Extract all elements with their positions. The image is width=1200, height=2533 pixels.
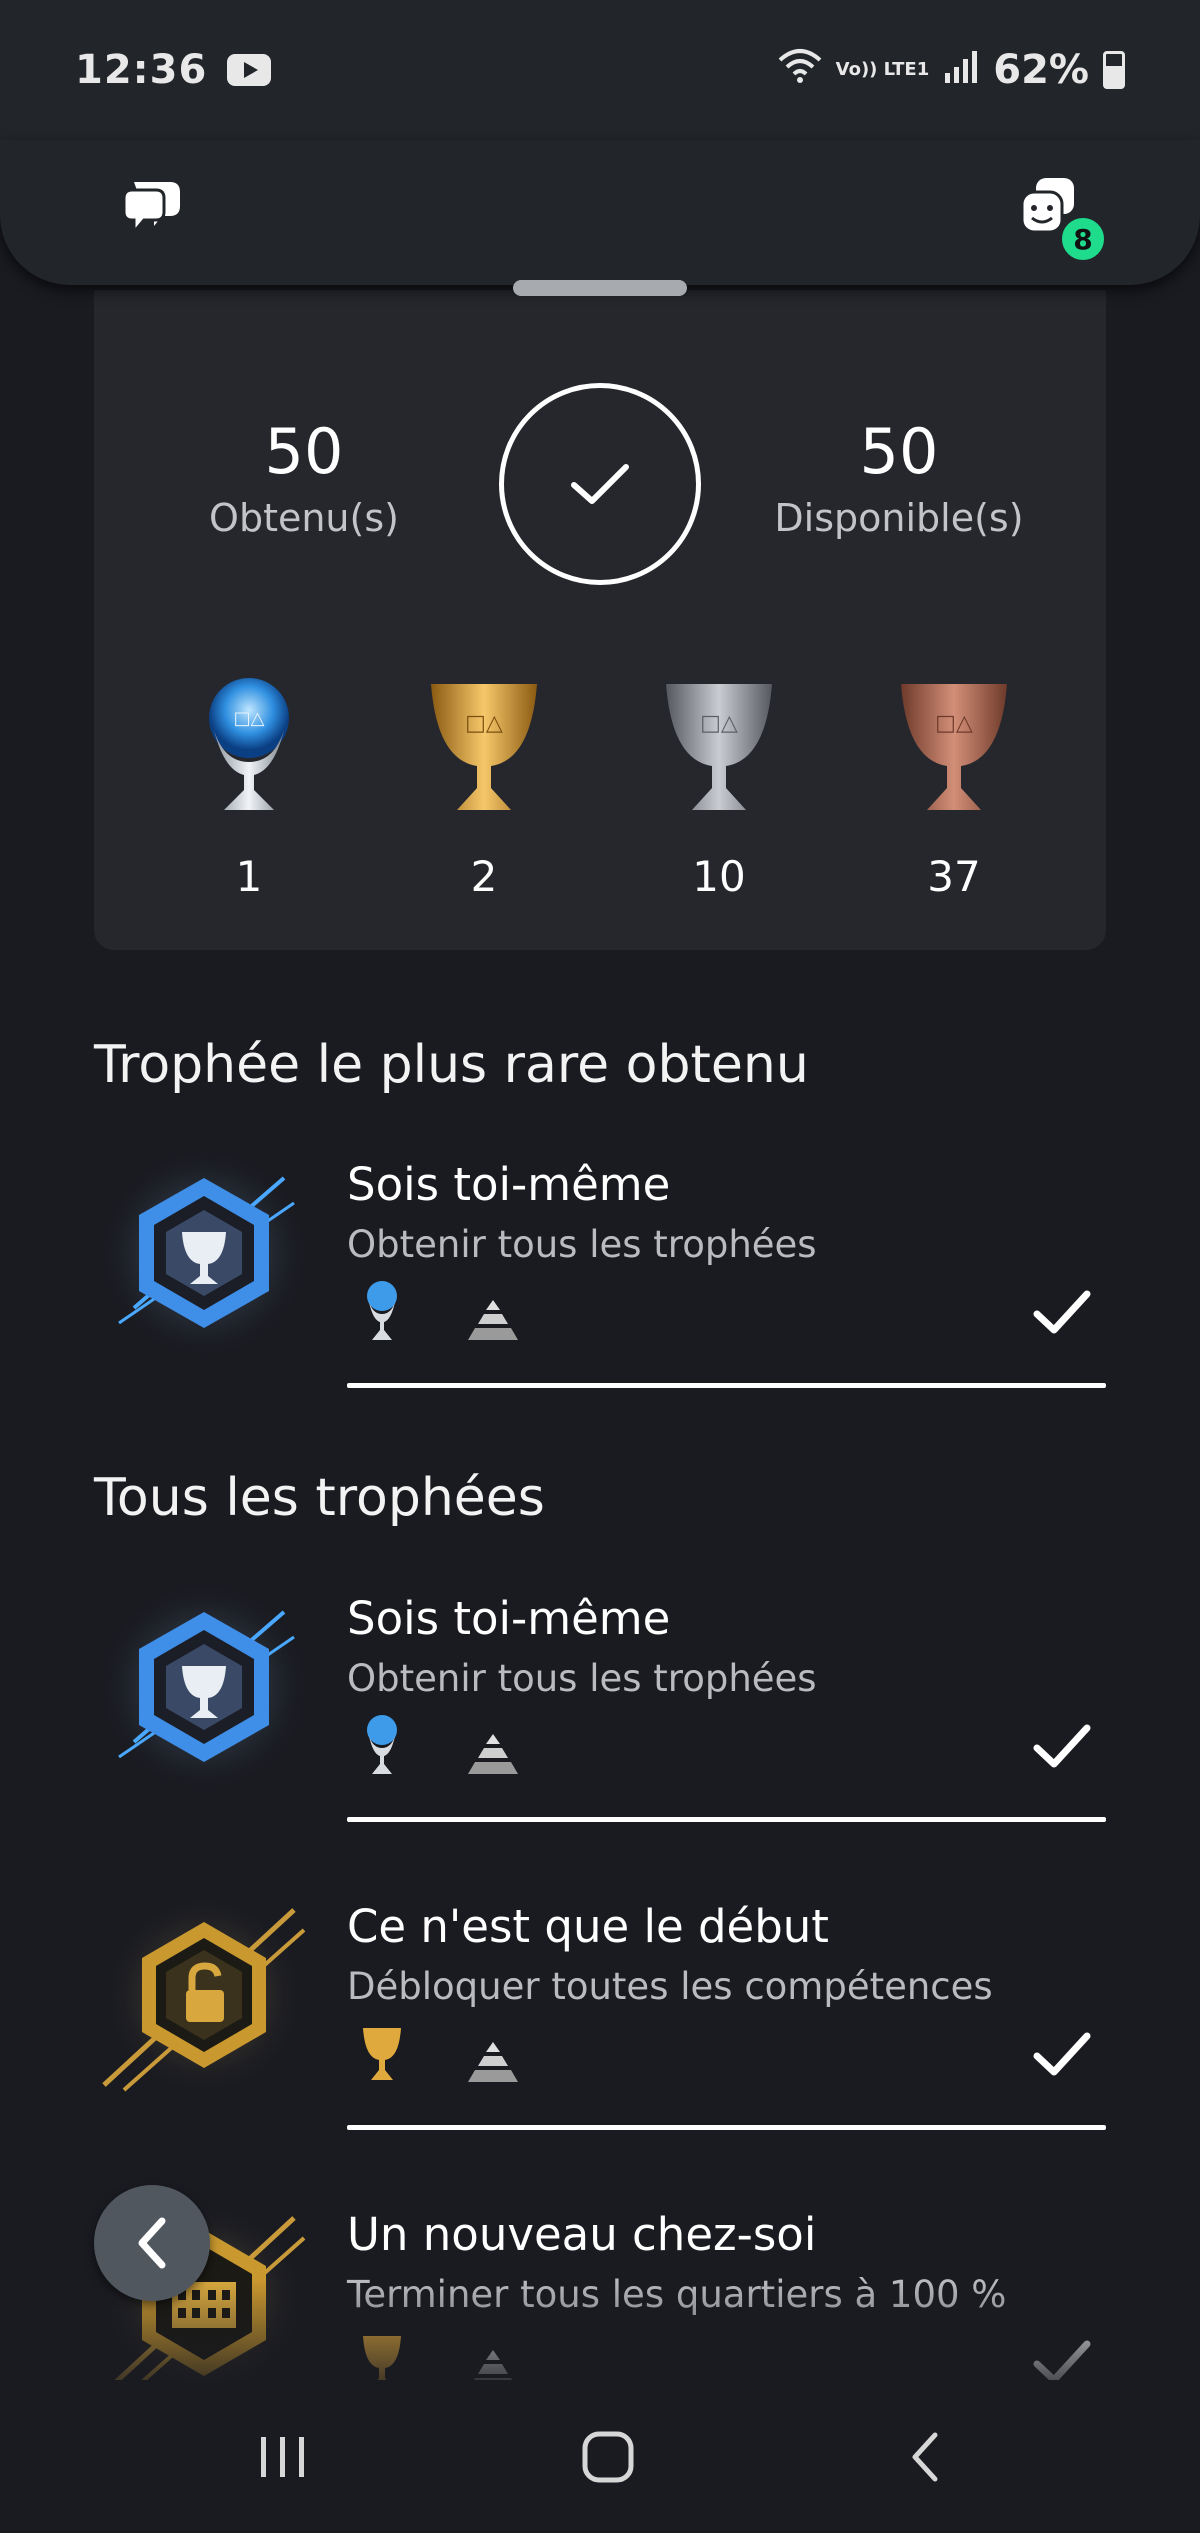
chat-icon[interactable] [120,178,184,236]
trophy-description: Obtenir tous les trophées [347,1657,817,1700]
gold-count: □△ 2 [409,670,559,901]
platinum-count: □△ 1 [174,670,324,901]
silver-count: □△ 10 [644,670,794,901]
platinum-count-value: 1 [235,852,263,901]
available-value: 50 [859,415,939,488]
hex-trophy-badge-icon [99,1148,309,1358]
trophy-title: Ce n'est que le début [347,1900,829,1953]
app-header: 8 [0,140,1200,285]
battery-icon [1103,51,1125,89]
earned-check-icon [1033,2340,1091,2384]
earned-check-icon [1033,1290,1091,1334]
trophy-title: Un nouveau chez-soi [347,2208,817,2261]
checkmark-icon [571,464,629,504]
obtained-label: Obtenu(s) [209,496,399,540]
trophy-description: Terminer tous les quartiers à 100 % [347,2273,1007,2316]
hex-trophy-badge-icon [99,1582,309,1792]
svg-text:□△: □△ [935,711,973,736]
obtained-value: 50 [264,415,344,488]
available-stat: 50 Disponible(s) [749,415,1049,540]
system-navigation-bar [0,2380,1200,2533]
platinum-trophy-icon [367,1715,397,1774]
progress-bar [347,1383,1106,1388]
earned-check-icon [1033,2032,1091,2076]
drag-handle[interactable] [513,280,687,296]
rarity-pyramid-icon [468,1300,518,1340]
silver-count-value: 10 [692,852,746,901]
back-button[interactable] [94,2185,210,2301]
svg-text:□△: □△ [465,711,503,736]
recent-apps-icon[interactable] [255,2433,311,2481]
battery-percent: 62% [993,47,1089,93]
status-time: 12:36 [75,47,208,93]
available-label: Disponible(s) [774,496,1024,540]
trophy-title: Sois toi-même [347,1592,671,1645]
gold-count-value: 2 [470,852,498,901]
chevron-left-icon [138,2217,166,2269]
trophy-description: Débloquer toutes les compétences [347,1965,993,2008]
status-bar: 12:36 Vo)) LTE1 62% [0,0,1200,140]
home-icon[interactable] [580,2429,636,2485]
progress-bar [347,2125,1106,2130]
bronze-trophy-icon: □△ [901,684,1007,810]
platinum-trophy-icon [367,1281,397,1340]
earned-check-icon [1033,1724,1091,1768]
trophy-description: Obtenir tous les trophées [347,1223,817,1266]
trophy-list-item[interactable]: Ce n'est que le début Débloquer toutes l… [94,1890,1106,2170]
wifi-icon [778,48,822,93]
completion-indicator [499,383,701,585]
svg-text:□△: □△ [234,708,265,729]
gold-trophy-icon [363,2028,401,2080]
status-indicators: Vo)) LTE1 62% [778,47,1125,93]
gold-trophy-icon: □△ [431,684,537,810]
notification-badge: 8 [1058,214,1108,264]
rarest-section-title: Trophée le plus rare obtenu [94,1035,809,1095]
signal-icon [943,49,979,92]
back-nav-icon[interactable] [905,2429,945,2485]
rarity-pyramid-icon [468,1734,518,1774]
trophy-summary-card: 50 Obtenu(s) 50 Disponible(s) □△ 1 □△ 2 … [94,290,1106,950]
all-trophies-section-title: Tous les trophées [94,1468,545,1528]
rarest-trophy-item[interactable]: Sois toi-même Obtenir tous les trophées [94,1148,1106,1428]
trophy-title: Sois toi-même [347,1158,671,1211]
network-type-icon: Vo)) LTE1 [835,59,930,80]
hex-padlock-badge-icon [102,1895,306,2095]
bronze-count: □△ 37 [879,670,1029,901]
platinum-trophy-icon: □△ [209,678,289,810]
trophy-list-item[interactable]: Sois toi-même Obtenir tous les trophées [94,1582,1106,1862]
obtained-stat: 50 Obtenu(s) [154,415,454,540]
svg-text:□△: □△ [700,711,738,736]
silver-trophy-icon: □△ [666,684,772,810]
youtube-icon [227,54,272,86]
bronze-count-value: 37 [927,852,981,901]
progress-bar [347,1817,1106,1822]
rarity-pyramid-icon [468,2042,518,2082]
